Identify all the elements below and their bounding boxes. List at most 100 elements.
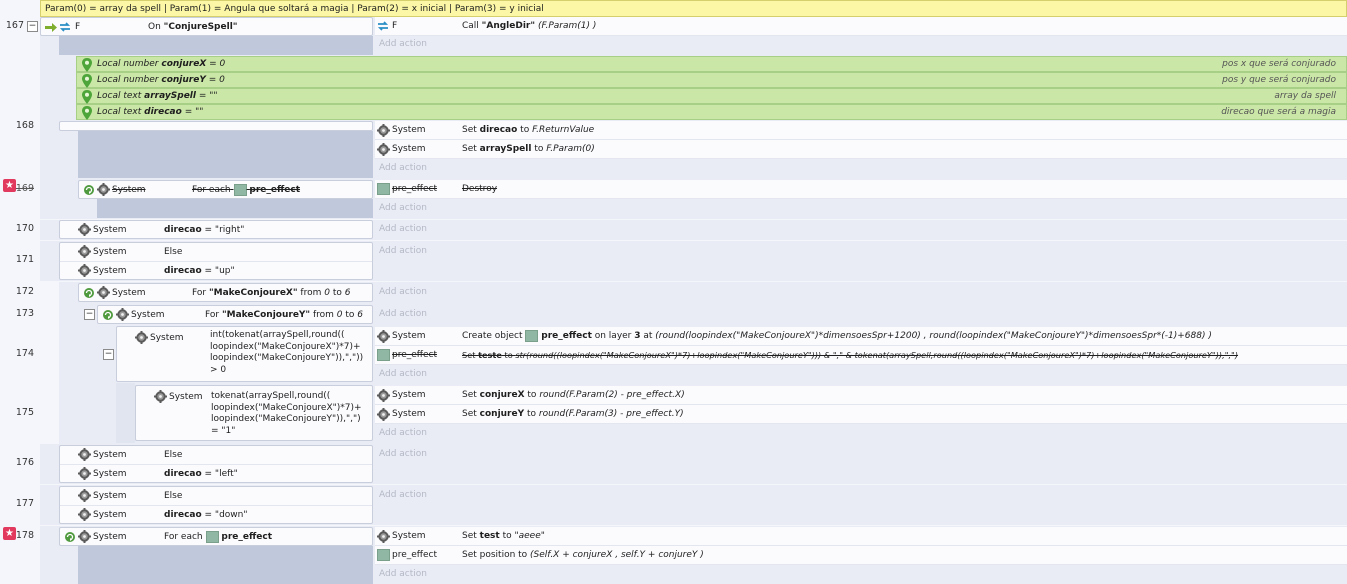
action-row[interactable]: System Set direcao to F.ReturnValue (375, 121, 1347, 140)
loop-icon (83, 287, 95, 299)
action-text: Set direcao to F.ReturnValue (462, 125, 595, 135)
condition-row[interactable]: System Else System direcao = "left" (59, 445, 373, 483)
action-row[interactable]: pre_effect Set position to (Self.X + con… (375, 546, 1347, 565)
variable-pin-icon (82, 58, 92, 72)
local-variable[interactable]: Local number conjureY = 0 pos y que será… (76, 72, 1347, 88)
collapse-icon[interactable]: − (103, 349, 114, 360)
action-text: Set position to (Self.X + conjureX , sel… (462, 550, 704, 560)
condition-row[interactable]: System For "MakeConjoureY" from 0 to 6 (97, 305, 373, 324)
object-name: System (93, 225, 127, 235)
object-name: System (392, 331, 426, 341)
gear-icon (377, 530, 390, 543)
action-row[interactable]: pre_effect Destroy (375, 180, 1347, 199)
event-comment[interactable]: Param(0) = array da spell | Param(1) = A… (40, 0, 1347, 17)
indent-pad (116, 383, 135, 443)
add-action-link[interactable]: Add action (379, 246, 427, 256)
indent-pad (78, 546, 373, 584)
condition-text: Else (164, 247, 183, 257)
add-action-link[interactable]: Add action (379, 569, 427, 579)
line-number: 170 (15, 223, 34, 234)
action-text: Set conjureX to round(F.Param(2) - pre_e… (462, 390, 685, 400)
indent-pad (59, 36, 373, 55)
object-name: F (75, 22, 81, 32)
condition-row[interactable]: System direcao = "right" (59, 220, 373, 239)
action-row[interactable]: F Call "AngleDir" (F.Param(1) ) (375, 17, 1347, 36)
condition-row[interactable]: System For "MakeConjoureX" from 0 to 6 (78, 283, 373, 302)
add-action-link[interactable]: Add action (379, 224, 427, 234)
action-row[interactable]: System Set test to "aeee" (375, 527, 1347, 546)
line-number: 169 (15, 183, 34, 194)
condition-text: Else (164, 450, 183, 460)
empty-condition[interactable] (59, 121, 373, 131)
collapse-icon[interactable]: − (27, 21, 38, 32)
action-text: Call "AngleDir" (F.Param(1) ) (462, 21, 597, 31)
condition-text: direcao = "left" (164, 469, 238, 479)
arrow-right-icon (45, 23, 57, 32)
action-row[interactable]: System Set conjureX to round(F.Param(2) … (375, 386, 1347, 405)
local-variable[interactable]: Local number conjureX = 0 pos x que será… (76, 56, 1347, 72)
add-action-link[interactable]: Add action (379, 490, 427, 500)
add-action-link[interactable]: Add action (379, 163, 427, 173)
object-name: F (392, 21, 398, 31)
loop-icon (102, 309, 114, 321)
condition-row[interactable]: System int(tokenat(arraySpell,round(( lo… (116, 326, 373, 382)
collapse-icon[interactable]: − (84, 309, 95, 320)
action-text: Create object pre_effect on layer 3 at (… (462, 329, 1212, 342)
gear-icon (97, 286, 110, 299)
object-name: System (392, 125, 426, 135)
action-row[interactable]: System Create object pre_effect on layer… (375, 327, 1347, 346)
local-variable[interactable]: Local text arraySpell = "" array da spel… (76, 88, 1347, 104)
object-name: pre_effect (392, 184, 438, 194)
condition-text: For each pre_effect (192, 183, 301, 196)
condition-row[interactable]: System tokenat(arraySpell,round(( loopin… (135, 385, 373, 441)
condition-row[interactable]: System Else System direcao = "up" (59, 242, 373, 280)
sprite-icon (377, 349, 390, 361)
object-name: System (392, 531, 426, 541)
add-action-link[interactable]: Add action (379, 369, 427, 379)
object-name: System (93, 510, 127, 520)
indent-pad (97, 199, 373, 218)
gear-icon (78, 467, 91, 480)
add-action-link[interactable]: Add action (379, 309, 427, 319)
line-number: 178 (15, 530, 34, 541)
line-number: 175 (15, 407, 34, 418)
trigger-condition[interactable]: F On "ConjureSpell" (40, 17, 373, 36)
object-name: System (131, 310, 165, 320)
gear-icon (377, 143, 390, 156)
gear-icon (377, 389, 390, 402)
action-text: Set teste to str(round((loopindex("MakeC… (462, 350, 1239, 360)
action-row[interactable]: System Set arraySpell to F.Param(0) (375, 140, 1347, 159)
object-name: System (93, 450, 127, 460)
line-number: 177 (15, 498, 34, 509)
condition-text: direcao = "up" (164, 266, 235, 276)
variable-pin-icon (82, 106, 92, 120)
action-row[interactable]: pre_effect Set teste to str(round((loopi… (375, 346, 1347, 365)
gear-icon (78, 489, 91, 502)
add-action-link[interactable]: Add action (379, 449, 427, 459)
gear-icon (154, 390, 167, 403)
local-variable[interactable]: Local text direcao = "" direcao que será… (76, 104, 1347, 120)
object-name: System (392, 390, 426, 400)
add-action-link[interactable]: Add action (379, 287, 427, 297)
gear-icon (377, 330, 390, 343)
gear-icon (78, 223, 91, 236)
object-name: System (93, 469, 127, 479)
gear-icon (97, 183, 110, 196)
condition-row[interactable]: System Else System direcao = "down" (59, 486, 373, 524)
action-row[interactable]: System Set conjureY to round(F.Param(3) … (375, 405, 1347, 424)
line-number: 168 (15, 120, 34, 131)
gear-icon (78, 530, 91, 543)
sprite-icon (377, 183, 390, 195)
line-number: 174 (15, 348, 34, 359)
condition-row[interactable]: System For each pre_effect (59, 527, 373, 546)
add-action-link[interactable]: Add action (379, 39, 427, 49)
condition-expression: int(tokenat(arraySpell,round(( loopindex… (210, 330, 364, 375)
add-action-link[interactable]: Add action (379, 203, 427, 213)
variable-pin-icon (82, 74, 92, 88)
action-text: Set arraySpell to F.Param(0) (462, 144, 595, 154)
condition-row[interactable]: System For each pre_effect (78, 180, 373, 199)
line-number: 172 (15, 286, 34, 297)
object-name: System (112, 288, 146, 298)
add-action-link[interactable]: Add action (379, 428, 427, 438)
variable-pin-icon (82, 90, 92, 104)
